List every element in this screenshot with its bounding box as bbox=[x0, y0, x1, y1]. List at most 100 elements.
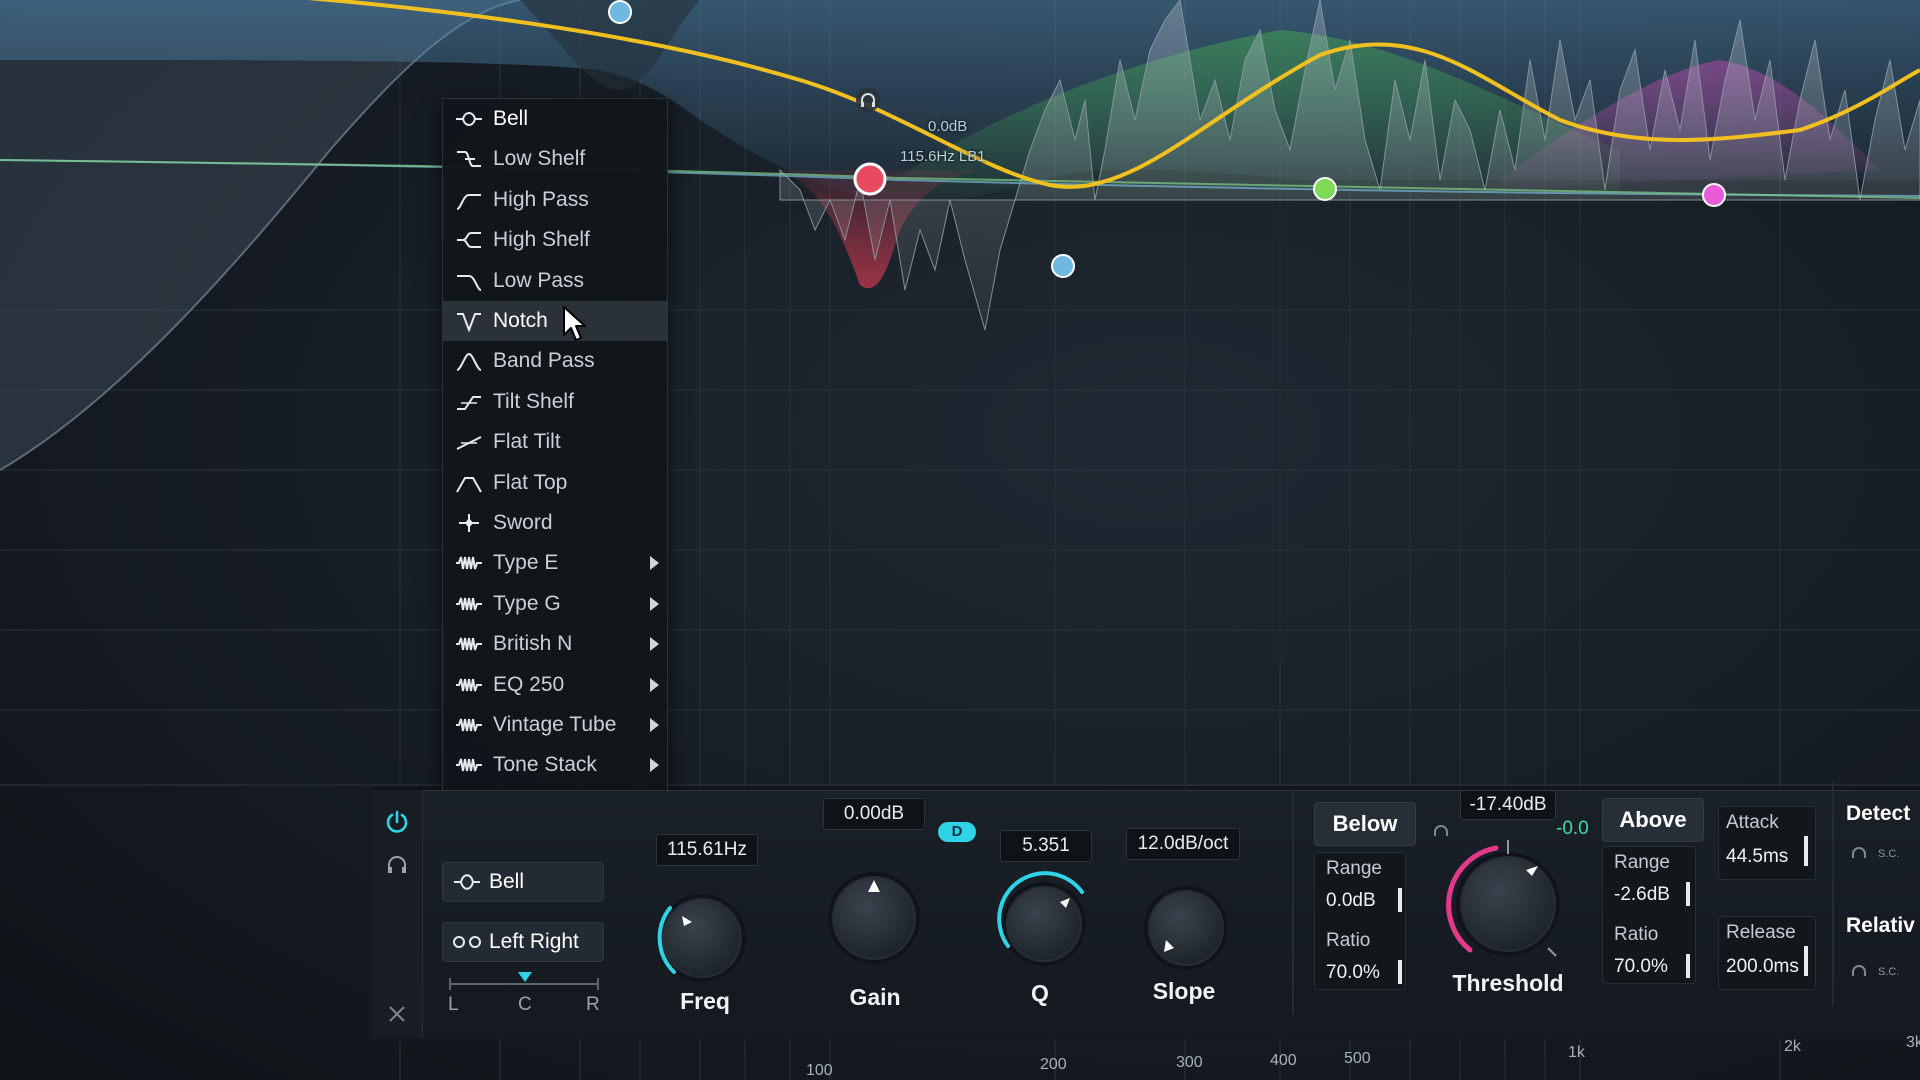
submenu-arrow-icon bbox=[650, 597, 659, 611]
relative-sidechain-button[interactable]: S.C. bbox=[1878, 966, 1899, 978]
q-knob[interactable] bbox=[986, 866, 1102, 982]
menu-item-low-shelf[interactable]: Low Shelf bbox=[443, 139, 667, 179]
menu-item-eq-250[interactable]: EQ 250 bbox=[443, 665, 667, 705]
menu-item-label: Sword bbox=[493, 511, 553, 534]
low-shelf-icon bbox=[457, 151, 481, 167]
band-node-pink bbox=[1702, 183, 1726, 207]
above-range-value[interactable]: -2.6dB bbox=[1614, 884, 1670, 906]
above-range-meter bbox=[1686, 882, 1690, 906]
menu-item-high-shelf[interactable]: High Shelf bbox=[443, 220, 667, 260]
detect-sidechain-button[interactable]: S.C. bbox=[1878, 848, 1899, 860]
band-solo-button[interactable] bbox=[377, 845, 417, 885]
freq-axis-label: 200 bbox=[1040, 1056, 1067, 1073]
freq-axis-label: 2k bbox=[1784, 1038, 1801, 1055]
band-node-blue-2 bbox=[1051, 254, 1075, 278]
band-power-button[interactable] bbox=[377, 802, 417, 842]
attack-value[interactable]: 44.5ms bbox=[1726, 846, 1788, 868]
freq-axis-label: 1k bbox=[1568, 1044, 1585, 1061]
pan-right-label: R bbox=[586, 994, 600, 1015]
below-ratio-value[interactable]: 70.0% bbox=[1326, 962, 1380, 984]
pan-center-label: C bbox=[518, 994, 532, 1015]
eq-plugin-window: 0.0dB 115.6Hz LB1 Bell Low Shelf High Pass… bbox=[0, 0, 1920, 1080]
submenu-arrow-icon bbox=[650, 637, 659, 651]
freq-axis-label: 400 bbox=[1270, 1052, 1297, 1069]
menu-item-sword[interactable]: Sword bbox=[443, 503, 667, 543]
pan-slider[interactable]: L C R bbox=[448, 970, 600, 1015]
threshold-value-field[interactable]: -17.40dB bbox=[1460, 790, 1556, 820]
below-range-value[interactable]: 0.0dB bbox=[1326, 890, 1376, 912]
above-range-label: Range bbox=[1614, 852, 1670, 873]
menu-item-flat-top[interactable]: Flat Top bbox=[443, 463, 667, 503]
band-freq-readout: 115.6Hz LB1 bbox=[900, 148, 986, 165]
slope-knob-label: Slope bbox=[1152, 978, 1216, 1004]
attack-label: Attack bbox=[1726, 812, 1779, 833]
waveform-icon bbox=[456, 597, 482, 611]
relative-label: Relativ bbox=[1846, 914, 1915, 937]
menu-item-label: Flat Tilt bbox=[493, 430, 561, 453]
menu-item-label: EQ 250 bbox=[493, 673, 565, 696]
menu-item-band-pass[interactable]: Band Pass bbox=[443, 341, 667, 381]
waveform-icon bbox=[456, 678, 482, 692]
band-gain-readout: 0.0dB bbox=[928, 118, 968, 135]
detect-label: Detect bbox=[1846, 802, 1911, 825]
menu-item-notch[interactable]: Notch bbox=[443, 301, 667, 341]
menu-item-label: Band Pass bbox=[493, 349, 595, 372]
relative-solo-icon[interactable] bbox=[1850, 964, 1868, 980]
freq-knob[interactable] bbox=[644, 880, 760, 996]
bell-icon bbox=[456, 112, 482, 126]
release-value[interactable]: 200.0ms bbox=[1726, 956, 1799, 978]
menu-item-low-pass[interactable]: Low Pass bbox=[443, 261, 667, 301]
sword-icon bbox=[459, 514, 479, 532]
q-value-field[interactable]: 5.351 bbox=[1000, 830, 1092, 862]
high-pass-icon bbox=[456, 194, 481, 210]
panel-divider-right bbox=[1832, 782, 1834, 1006]
waveform-icon bbox=[456, 718, 482, 732]
band-delete-button[interactable] bbox=[377, 994, 417, 1034]
below-mode-button[interactable]: Below bbox=[1314, 802, 1416, 846]
dynamic-badge[interactable]: D bbox=[938, 822, 976, 842]
gain-knob[interactable] bbox=[816, 860, 932, 976]
freq-value-field[interactable]: 115.61Hz bbox=[656, 834, 758, 866]
menu-item-label: Notch bbox=[493, 309, 548, 332]
slope-value-field[interactable]: 12.0dB/oct bbox=[1126, 828, 1240, 860]
channel-mode-selector[interactable]: Left Right bbox=[442, 922, 604, 962]
menu-item-type-e[interactable]: Type E bbox=[443, 543, 667, 583]
headphones-icon bbox=[388, 856, 406, 873]
waveform-icon bbox=[456, 556, 482, 570]
headphone-solo-icon bbox=[856, 88, 880, 112]
below-ratio-label: Ratio bbox=[1326, 930, 1371, 951]
above-mode-button[interactable]: Above bbox=[1602, 798, 1704, 842]
band-node-blue-1 bbox=[608, 0, 632, 24]
panel-divider bbox=[1292, 790, 1294, 1014]
low-pass-icon bbox=[457, 275, 482, 291]
release-meter bbox=[1804, 946, 1808, 976]
above-ratio-label: Ratio bbox=[1614, 924, 1659, 945]
menu-item-flat-tilt[interactable]: Flat Tilt bbox=[443, 422, 667, 462]
menu-item-vintage-tube[interactable]: Vintage Tube bbox=[443, 705, 667, 745]
flat-tilt-icon bbox=[456, 436, 482, 450]
threshold-knob-label: Threshold bbox=[1452, 970, 1564, 996]
gain-value-field[interactable]: 0.00dB bbox=[823, 798, 925, 830]
menu-item-high-pass[interactable]: High Pass bbox=[443, 180, 667, 220]
freq-knob-label: Freq bbox=[680, 988, 730, 1014]
waveform-icon bbox=[456, 637, 482, 651]
band-node-green bbox=[1313, 177, 1337, 201]
above-ratio-meter bbox=[1686, 954, 1690, 978]
slope-knob[interactable] bbox=[1128, 870, 1244, 986]
attack-meter bbox=[1804, 836, 1808, 866]
filter-type-selector[interactable]: Bell bbox=[442, 862, 604, 902]
freq-axis-label: 3k bbox=[1906, 1034, 1920, 1051]
menu-item-type-g[interactable]: Type G bbox=[443, 584, 667, 624]
menu-item-bell[interactable]: Bell bbox=[443, 99, 667, 139]
menu-item-tone-stack[interactable]: Tone Stack bbox=[443, 745, 667, 785]
menu-item-label: Tone Stack bbox=[493, 753, 597, 776]
q-knob-label: Q bbox=[1031, 980, 1049, 1006]
pan-slider-track bbox=[449, 972, 599, 990]
detect-solo-icon[interactable] bbox=[1850, 846, 1868, 862]
above-ratio-value[interactable]: 70.0% bbox=[1614, 956, 1668, 978]
menu-item-british-n[interactable]: British N bbox=[443, 624, 667, 664]
menu-item-label: High Shelf bbox=[493, 228, 590, 251]
threshold-knob[interactable] bbox=[1440, 836, 1576, 972]
submenu-arrow-icon bbox=[650, 678, 659, 692]
menu-item-tilt-shelf[interactable]: Tilt Shelf bbox=[443, 382, 667, 422]
